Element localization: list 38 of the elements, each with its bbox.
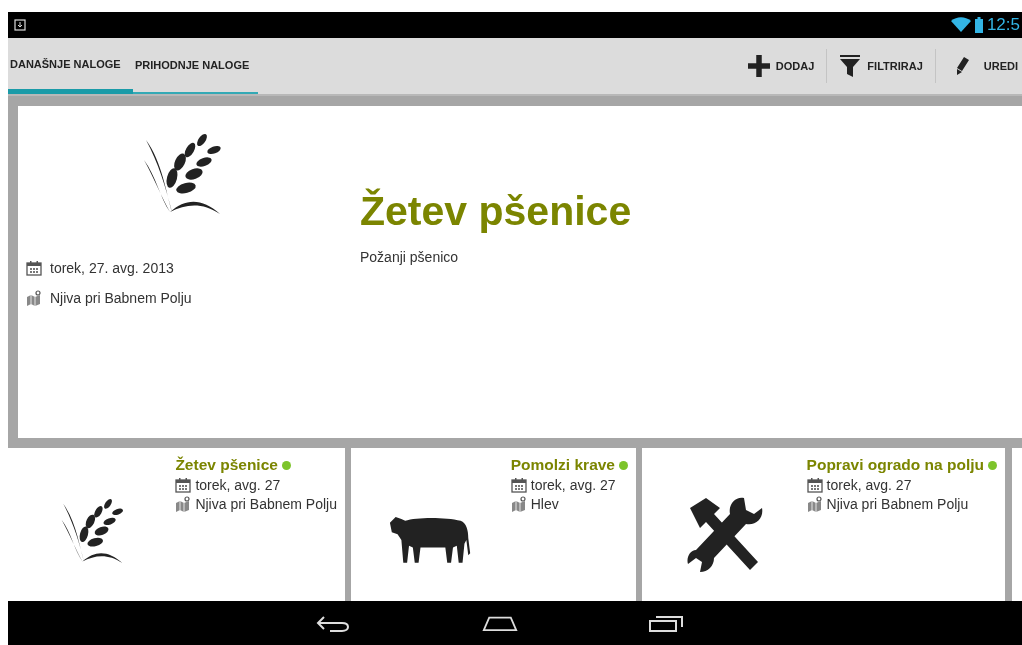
- task-card[interactable]: Žetev pšenice torek, avg. 27 Njiva pri Babnem Polju: [8, 448, 345, 601]
- map-icon: [26, 290, 42, 306]
- task-place: Njiva pri Babnem Polju: [50, 290, 192, 306]
- edit-button[interactable]: UREDI: [943, 51, 1022, 81]
- calendar-icon: [806, 477, 823, 493]
- recent-apps-icon[interactable]: [648, 613, 684, 633]
- map-icon: [175, 496, 192, 512]
- featured-task-card[interactable]: torek, 27. avg. 2013 Njiva pri Babnem Polju Žetev pšenice Požanji pšenico: [18, 106, 1022, 438]
- wifi-icon: [950, 17, 971, 33]
- calendar-icon: [510, 477, 527, 493]
- task-place: Njiva pri Babnem Polju: [195, 496, 337, 512]
- filter-icon: [839, 55, 862, 77]
- filter-button[interactable]: FILTRIRAJ: [835, 49, 927, 83]
- task-card[interactable]: Pomolzi krave torek, avg. 27 Hlev: [351, 448, 636, 601]
- calendar-icon: [26, 260, 42, 276]
- task-date: torek, 27. avg. 2013: [50, 260, 174, 276]
- task-place: Njiva pri Babnem Polju: [826, 496, 969, 512]
- task-title: Žetev pšenice: [175, 456, 278, 474]
- clock-time: 12:5: [986, 15, 1021, 35]
- task-description: Požanji pšenico: [360, 249, 460, 265]
- tab[interactable]: PRIHODNJE NALOGE: [133, 38, 258, 94]
- task-date: torek, avg. 27: [826, 477, 912, 493]
- map-icon: [806, 496, 823, 512]
- task-title: Pomolzi krave: [510, 456, 615, 474]
- calendar-icon: [175, 477, 192, 493]
- back-icon[interactable]: [316, 613, 352, 633]
- battery-icon: [974, 17, 983, 33]
- download-icon: [14, 19, 26, 31]
- task-date: torek, avg. 27: [195, 477, 281, 493]
- map-icon: [510, 496, 527, 512]
- task-title: Žetev pšenice: [360, 188, 632, 235]
- task-title: Popravi ogrado na polju: [806, 456, 984, 474]
- task-card[interactable]: Popravi ogrado na polju torek, avg. 27 Njiva pri Babnem Polju: [642, 448, 1005, 601]
- task-date: torek, avg. 27: [530, 477, 616, 493]
- pencil-icon: [955, 57, 970, 75]
- add-button[interactable]: DODAJ: [743, 49, 819, 83]
- task-place: Hlev: [530, 496, 559, 512]
- plus-icon: [747, 55, 770, 77]
